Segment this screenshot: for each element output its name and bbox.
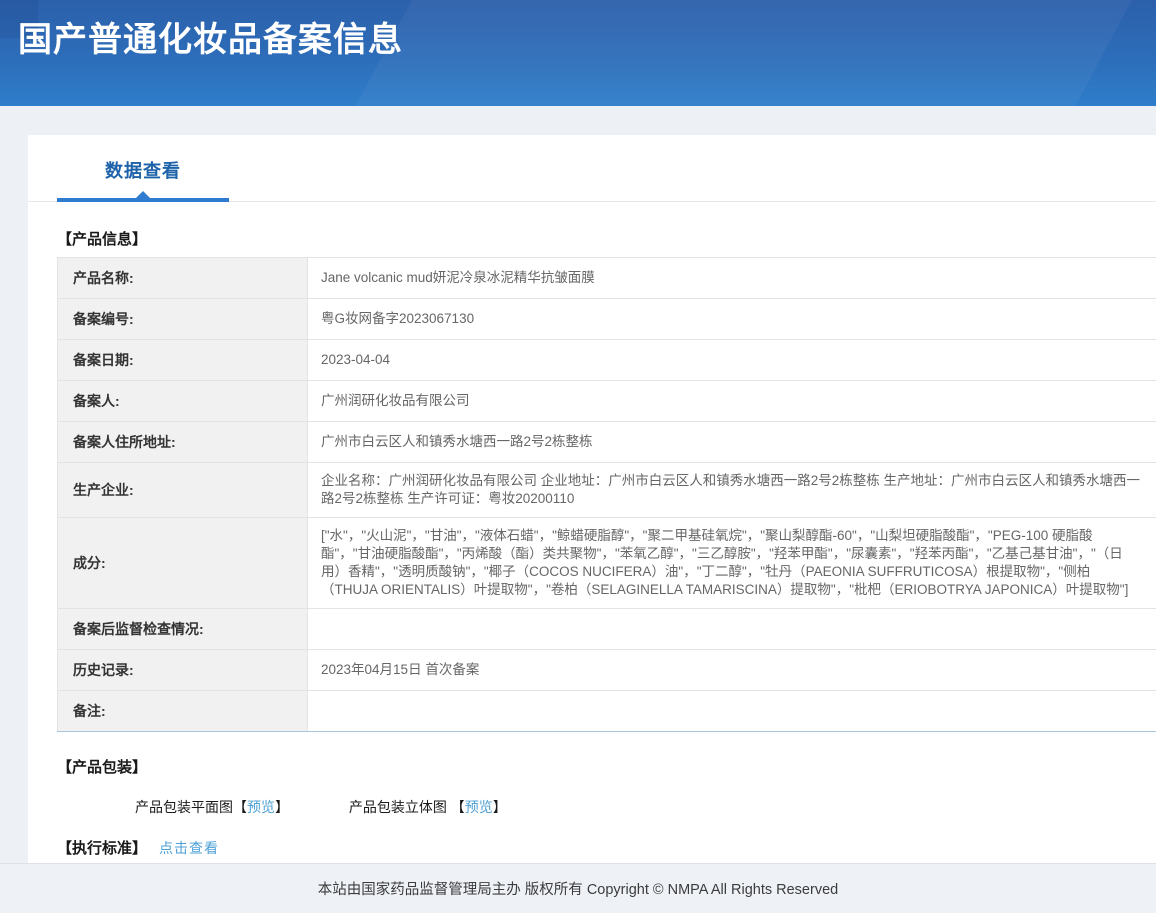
exec-standard-row: 【执行标准】点击查看 (57, 837, 1156, 858)
row-label-record-number: 备案编号: (58, 299, 308, 340)
packaging-stereo-preview-link[interactable]: 预览 (465, 799, 493, 815)
table-row: 备案日期: 2023-04-04 (58, 340, 1156, 381)
header-diagonal-decoration (337, 0, 1142, 106)
row-value-registrant: 广州润研化妆品有限公司 (308, 381, 1156, 422)
page-title: 国产普通化妆品备案信息 (18, 12, 403, 61)
table-row: 备注: (58, 691, 1156, 732)
row-value-remarks (308, 691, 1156, 732)
table-row: 生产企业: 企业名称：广州润研化妆品有限公司 企业地址：广州市白云区人和镇秀水塘… (58, 463, 1156, 518)
section-product-info-title: 【产品信息】 (57, 228, 1156, 249)
tab-data-view-label: 数据查看 (57, 157, 229, 183)
row-label-manufacturer: 生产企业: (58, 463, 308, 518)
table-row: 备案人: 广州润研化妆品有限公司 (58, 381, 1156, 422)
content-card: 数据查看 【产品信息】 产品名称: Jane volcanic mud妍泥冷泉冰… (28, 135, 1156, 863)
packaging-flat-label: 产品包装平面图 (135, 799, 233, 815)
table-row: 产品名称: Jane volcanic mud妍泥冷泉冰泥精华抗皱面膜 (58, 258, 1156, 299)
row-value-history: 2023年04月15日 首次备案 (308, 650, 1156, 691)
row-label-remarks: 备注: (58, 691, 308, 732)
section-product-package-title: 【产品包装】 (57, 756, 1156, 777)
row-label-history: 历史记录: (58, 650, 308, 691)
tab-active-underline (57, 198, 229, 202)
bracket-close: 】 (275, 799, 289, 815)
exec-standard-title: 【执行标准】 (57, 840, 147, 857)
exec-standard-view-link[interactable]: 点击查看 (159, 840, 219, 856)
tab-active-arrow-icon (136, 191, 150, 198)
row-label-supervision: 备案后监督检查情况: (58, 609, 308, 650)
packaging-stereo-group: 产品包装立体图 【预览】 (349, 797, 507, 817)
row-label-product-name: 产品名称: (58, 258, 308, 299)
row-value-record-number: 粤G妆网备字2023067130 (308, 299, 1156, 340)
row-value-record-date: 2023-04-04 (308, 340, 1156, 381)
product-info-table: 产品名称: Jane volcanic mud妍泥冷泉冰泥精华抗皱面膜 备案编号… (57, 257, 1156, 732)
packaging-stereo-label: 产品包装立体图 (349, 799, 447, 815)
table-row: 成分: ["水"，"火山泥"，"甘油"，"液体石蜡"，"鲸蜡硬脂醇"，"聚二甲基… (58, 518, 1156, 609)
table-row: 备案后监督检查情况: (58, 609, 1156, 650)
row-value-product-name: Jane volcanic mud妍泥冷泉冰泥精华抗皱面膜 (308, 258, 1156, 299)
packaging-links-row: 产品包装平面图【预览】 产品包装立体图 【预览】 (135, 797, 1156, 817)
copyright-text: 本站由国家药品监督管理局主办 版权所有 Copyright © NMPA All… (318, 878, 838, 899)
bracket-close: 】 (493, 799, 507, 815)
row-label-record-date: 备案日期: (58, 340, 308, 381)
row-value-supervision (308, 609, 1156, 650)
packaging-flat-preview-link[interactable]: 预览 (247, 799, 275, 815)
row-label-registrant-address: 备案人住所地址: (58, 422, 308, 463)
tab-data-view[interactable]: 数据查看 (57, 155, 229, 201)
bracket-open: 【 (233, 799, 247, 815)
row-label-registrant: 备案人: (58, 381, 308, 422)
tab-bar: 数据查看 (28, 135, 1156, 202)
table-row: 历史记录: 2023年04月15日 首次备案 (58, 650, 1156, 691)
page-footer: 本站由国家药品监督管理局主办 版权所有 Copyright © NMPA All… (0, 863, 1156, 913)
table-row: 备案人住所地址: 广州市白云区人和镇秀水塘西一路2号2栋整栋 (58, 422, 1156, 463)
row-value-manufacturer: 企业名称：广州润研化妆品有限公司 企业地址：广州市白云区人和镇秀水塘西一路2号2… (308, 463, 1156, 518)
row-value-ingredients: ["水"，"火山泥"，"甘油"，"液体石蜡"，"鲸蜡硬脂醇"，"聚二甲基硅氧烷"… (308, 518, 1156, 609)
row-value-registrant-address: 广州市白云区人和镇秀水塘西一路2号2栋整栋 (308, 422, 1156, 463)
page-header: 国产普通化妆品备案信息 (0, 0, 1156, 106)
row-label-ingredients: 成分: (58, 518, 308, 609)
bracket-open: 【 (451, 799, 465, 815)
packaging-flat-group: 产品包装平面图【预览】 (135, 797, 289, 817)
table-row: 备案编号: 粤G妆网备字2023067130 (58, 299, 1156, 340)
